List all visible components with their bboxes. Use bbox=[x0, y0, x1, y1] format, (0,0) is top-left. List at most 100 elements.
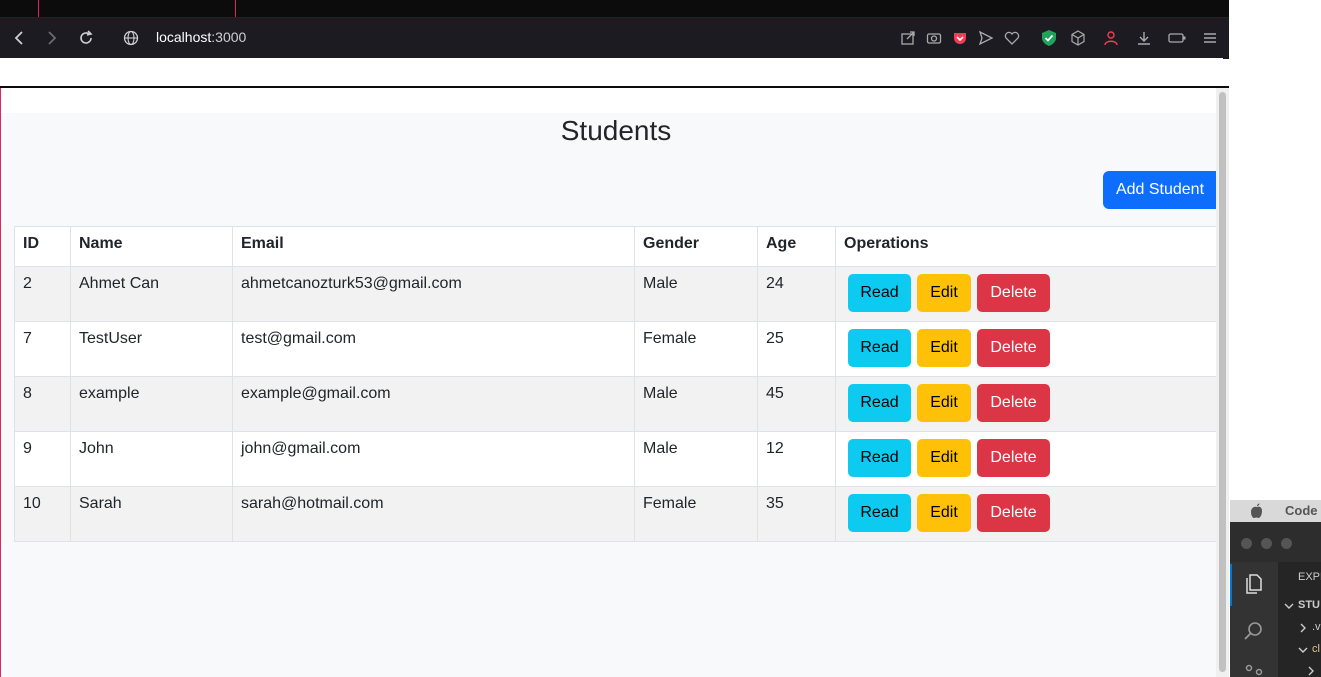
page-title: Students bbox=[560, 115, 672, 146]
cube-icon[interactable] bbox=[1068, 28, 1088, 48]
delete-button[interactable]: Delete bbox=[977, 274, 1050, 312]
students-table: ID Name Email Gender Age Operations 2 Ah… bbox=[14, 226, 1217, 542]
chevron-down-icon[interactable] bbox=[1298, 645, 1308, 655]
vscode-activity-bar bbox=[1230, 562, 1278, 677]
reload-icon[interactable] bbox=[76, 28, 96, 48]
cell-gender: Female bbox=[634, 486, 758, 542]
explorer-header: EXPL bbox=[1298, 571, 1321, 583]
vscode-app-name[interactable]: Code bbox=[1285, 503, 1318, 518]
page-content: Students Add Student ID Name Email Gende… bbox=[1, 113, 1217, 677]
window-maximize-icon[interactable] bbox=[1281, 538, 1292, 549]
chevron-right-icon[interactable] bbox=[1298, 623, 1308, 633]
cell-age: 25 bbox=[757, 321, 836, 377]
table-row: 7 TestUser test@gmail.com Female 25 Read… bbox=[14, 321, 1217, 377]
site-info-icon[interactable] bbox=[121, 28, 141, 48]
browser-toolbar: localhost:3000 bbox=[0, 17, 1229, 59]
chevron-down-icon[interactable] bbox=[1284, 601, 1294, 611]
url-host: localhost bbox=[156, 29, 212, 45]
cell-email: john@gmail.com bbox=[232, 431, 635, 487]
delete-button[interactable]: Delete bbox=[977, 494, 1050, 532]
pocket-icon[interactable] bbox=[950, 28, 970, 48]
chevron-right-icon[interactable] bbox=[1306, 666, 1316, 676]
cell-id: 2 bbox=[14, 266, 71, 322]
browser-tab[interactable] bbox=[38, 0, 236, 17]
cell-gender: Male bbox=[634, 376, 758, 432]
read-button[interactable]: Read bbox=[848, 384, 911, 422]
explorer-active-indicator bbox=[1230, 564, 1232, 606]
search-icon[interactable] bbox=[1242, 619, 1266, 643]
window-close-icon[interactable] bbox=[1241, 538, 1252, 549]
cell-operations: Read Edit Delete bbox=[835, 266, 1217, 322]
cell-id: 7 bbox=[14, 321, 71, 377]
menu-icon[interactable] bbox=[1200, 28, 1220, 48]
apple-icon[interactable] bbox=[1250, 503, 1264, 519]
tree-item[interactable]: cl bbox=[1312, 643, 1320, 655]
account-icon[interactable] bbox=[1101, 28, 1121, 48]
heart-icon[interactable] bbox=[1002, 28, 1022, 48]
header-email: Email bbox=[232, 226, 635, 267]
table-row: 10 Sarah sarah@hotmail.com Female 35 Rea… bbox=[14, 486, 1217, 542]
cell-id: 8 bbox=[14, 376, 71, 432]
table-header-row: ID Name Email Gender Age Operations bbox=[14, 226, 1217, 267]
forward-icon[interactable] bbox=[42, 28, 62, 48]
browser-tab-strip bbox=[0, 0, 1229, 17]
delete-button[interactable]: Delete bbox=[977, 384, 1050, 422]
cell-name: John bbox=[70, 431, 233, 487]
edit-button[interactable]: Edit bbox=[917, 384, 971, 422]
read-button[interactable]: Read bbox=[848, 494, 911, 532]
cell-age: 45 bbox=[757, 376, 836, 432]
cell-age: 24 bbox=[757, 266, 836, 322]
cell-email: example@gmail.com bbox=[232, 376, 635, 432]
source-control-icon[interactable] bbox=[1243, 663, 1265, 677]
send-icon[interactable] bbox=[976, 28, 996, 48]
cell-email: sarah@hotmail.com bbox=[232, 486, 635, 542]
mac-menubar: Code bbox=[1230, 500, 1321, 522]
vscode-titlebar bbox=[1230, 522, 1321, 562]
back-icon[interactable] bbox=[9, 28, 29, 48]
window-minimize-icon[interactable] bbox=[1261, 538, 1272, 549]
battery-icon[interactable] bbox=[1167, 28, 1187, 48]
address-bar[interactable]: localhost:3000 bbox=[156, 29, 246, 45]
cell-age: 12 bbox=[757, 431, 836, 487]
cell-email: test@gmail.com bbox=[232, 321, 635, 377]
cell-operations: Read Edit Delete bbox=[835, 321, 1217, 377]
edit-button[interactable]: Edit bbox=[917, 274, 971, 312]
delete-button[interactable]: Delete bbox=[977, 439, 1050, 477]
cell-id: 10 bbox=[14, 486, 71, 542]
cell-name: Sarah bbox=[70, 486, 233, 542]
cell-id: 9 bbox=[14, 431, 71, 487]
cell-age: 35 bbox=[757, 486, 836, 542]
files-icon[interactable] bbox=[1242, 572, 1266, 596]
read-button[interactable]: Read bbox=[848, 274, 911, 312]
edit-button[interactable]: Edit bbox=[917, 329, 971, 367]
read-button[interactable]: Read bbox=[848, 439, 911, 477]
read-button[interactable]: Read bbox=[848, 329, 911, 367]
share-icon[interactable] bbox=[898, 28, 918, 48]
cell-gender: Male bbox=[634, 431, 758, 487]
cell-name: example bbox=[70, 376, 233, 432]
table-row: 2 Ahmet Can ahmetcanozturk53@gmail.com M… bbox=[14, 266, 1217, 322]
page-viewport: Students Add Student ID Name Email Gende… bbox=[0, 88, 1217, 677]
camera-icon[interactable] bbox=[924, 28, 944, 48]
cell-name: Ahmet Can bbox=[70, 266, 233, 322]
shield-icon[interactable] bbox=[1039, 28, 1059, 48]
edit-button[interactable]: Edit bbox=[917, 494, 971, 532]
bookmarks-bar bbox=[0, 58, 1223, 86]
page-scrollbar[interactable] bbox=[1216, 88, 1229, 677]
tree-item[interactable]: .v bbox=[1312, 621, 1321, 633]
cell-email: ahmetcanozturk53@gmail.com bbox=[232, 266, 635, 322]
cell-gender: Female bbox=[634, 321, 758, 377]
folder-label[interactable]: STU bbox=[1298, 599, 1320, 611]
header-age: Age bbox=[757, 226, 836, 267]
download-icon[interactable] bbox=[1134, 28, 1154, 48]
cell-operations: Read Edit Delete bbox=[835, 431, 1217, 487]
add-student-button[interactable]: Add Student bbox=[1103, 171, 1217, 209]
header-gender: Gender bbox=[634, 226, 758, 267]
edit-button[interactable]: Edit bbox=[917, 439, 971, 477]
vscode-window: Code EXPL STU .v cl bbox=[1230, 500, 1321, 677]
cell-operations: Read Edit Delete bbox=[835, 486, 1217, 542]
scrollbar-thumb[interactable] bbox=[1219, 92, 1226, 672]
header-operations: Operations bbox=[835, 226, 1217, 267]
delete-button[interactable]: Delete bbox=[977, 329, 1050, 367]
header-id: ID bbox=[14, 226, 71, 267]
